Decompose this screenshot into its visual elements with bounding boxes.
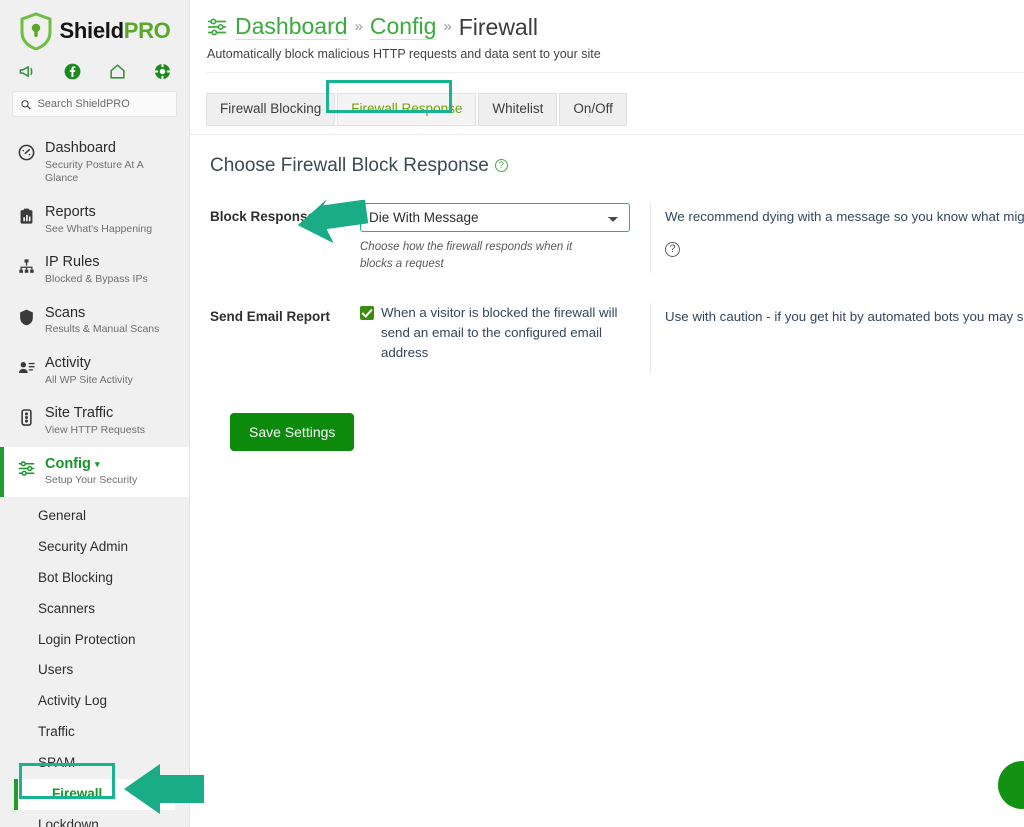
submenu-item-bot-blocking[interactable]: Bot Blocking (0, 563, 189, 594)
send-email-checkbox-line: When a visitor is blocked the firewall w… (360, 303, 640, 363)
breadcrumb-link-config[interactable]: Config (369, 13, 437, 41)
sidebar-item-config[interactable]: Config ▾ Setup Your Security (0, 446, 189, 497)
chevron-down-icon: ▾ (94, 458, 100, 469)
help-bubble-button[interactable] (998, 761, 1024, 809)
sidebar-item-sublabel: View HTTP Requests (45, 423, 145, 436)
sidebar-item-sublabel: See What's Happening (45, 222, 153, 235)
megaphone-icon[interactable] (18, 62, 37, 81)
submenu-item-activity-log[interactable]: Activity Log (0, 686, 189, 717)
note-footer: ? (665, 241, 1024, 258)
row-note-block-response: We recommend dying with a message so you… (650, 202, 1024, 273)
sidebar-search[interactable] (12, 91, 177, 117)
config-submenu: General Security Admin Bot Blocking Scan… (0, 496, 189, 827)
question-circle-icon[interactable]: ? (665, 241, 680, 257)
shield-icon (20, 309, 33, 325)
gauge-icon (18, 144, 35, 161)
brand-name-primary: Shield (59, 18, 125, 43)
sidebar-item-scans[interactable]: Scans Results & Manual Scans (0, 296, 189, 346)
traffic-light-icon (21, 409, 32, 427)
submenu-item-lockdown[interactable]: Lockdown (0, 810, 189, 827)
sidebar-item-site-traffic[interactable]: Site Traffic View HTTP Requests (0, 396, 189, 446)
row-label-text: Block Response (210, 208, 316, 224)
send-email-report-checkbox[interactable] (360, 305, 374, 320)
sidebar-item-sublabel: Blocked & Bypass IPs (45, 272, 148, 285)
sidebar-item-reports[interactable]: Reports See What's Happening (0, 195, 189, 245)
submenu-item-traffic[interactable]: Traffic (0, 717, 189, 748)
home-icon[interactable] (108, 62, 127, 81)
send-email-report-label: When a visitor is blocked the firewall w… (381, 304, 618, 360)
sidebar-item-dashboard[interactable]: Dashboard Security Posture At A Glance (0, 131, 189, 195)
sidebar-item-config-text: Config (45, 455, 91, 472)
tab-whitelist[interactable]: Whitelist (478, 93, 558, 126)
row-label-send-email-report: Send Email Report (210, 303, 360, 324)
row-note-send-email-report: Use with caution - if you get hit by aut… (650, 302, 1024, 373)
page-subtitle: Automatically block malicious HTTP reque… (207, 47, 601, 62)
submenu-item-scanners[interactable]: Scanners (0, 594, 189, 625)
shield-keyhole-logo-icon (20, 12, 51, 50)
breadcrumb: Dashboard » Config » Firewall (206, 13, 1024, 41)
breadcrumb-link-dashboard[interactable]: Dashboard (235, 13, 348, 41)
tab-firewall-blocking[interactable]: Firewall Blocking (206, 93, 336, 126)
tab-firewall-response[interactable]: Firewall Response (337, 93, 477, 126)
main-content: Dashboard » Config » Firewall Automatica… (190, 0, 1024, 827)
submenu-item-firewall[interactable]: Firewall (14, 779, 175, 811)
search-input[interactable] (37, 98, 169, 110)
header-divider (206, 72, 1024, 74)
sidebar-item-label: Activity (45, 354, 91, 371)
sidebar-item-ip-rules[interactable]: IP Rules Blocked & Bypass IPs (0, 245, 189, 295)
sliders-icon (207, 18, 227, 36)
search-icon (21, 99, 31, 109)
row-field-send-email-report: When a visitor is blocked the firewall w… (360, 303, 640, 363)
sidebar-item-sublabel: All WP Site Activity (45, 373, 133, 386)
settings-form: Choose Firewall Block Response ? Block R… (190, 135, 1024, 451)
sidebar-item-label: Dashboard (45, 140, 116, 156)
breadcrumb-separator: » (443, 17, 452, 35)
sidebar-item-activity[interactable]: Activity All WP Site Activity (0, 346, 189, 396)
sidebar-item-label: Reports (45, 203, 96, 220)
submenu-item-spam[interactable]: SPAM (0, 748, 189, 779)
note-footer (665, 341, 1024, 358)
sliders-icon (18, 460, 35, 476)
submenu-item-users[interactable]: Users (0, 655, 189, 686)
section-title: Choose Firewall Block Response ? (210, 155, 1024, 177)
question-circle-icon[interactable]: ? (494, 159, 508, 173)
sidebar-item-label: Site Traffic (45, 405, 114, 422)
brand-name-secondary: PRO (123, 18, 171, 43)
lifebuoy-help-icon[interactable] (153, 62, 172, 81)
social-links-row (0, 56, 189, 91)
save-settings-button[interactable]: Save Settings (230, 412, 355, 451)
block-response-hint: Choose how the firewall responds when it… (360, 240, 573, 270)
clipboard-chart-icon (20, 208, 33, 224)
question-circle-icon[interactable]: ? (320, 209, 334, 223)
form-row-send-email-report: Send Email Report When a visitor is bloc… (210, 302, 1024, 373)
tab-on-off[interactable]: On/Off (559, 93, 627, 126)
sidebar-item-label: Scans (45, 304, 86, 321)
brand-logo-area[interactable]: ShieldPRO (0, 0, 189, 56)
user-list-icon (18, 361, 35, 373)
row-field-block-response: Die With Message Die Redirect To Home Pa… (360, 202, 640, 272)
section-title-text: Choose Firewall Block Response (210, 154, 489, 176)
page-header: Dashboard » Config » Firewall Automatica… (190, 0, 1024, 83)
breadcrumb-current-firewall: Firewall (458, 13, 538, 40)
block-response-select[interactable]: Die With Message Die Redirect To Home Pa… (360, 202, 630, 232)
sidebar-item-sublabel: Results & Manual Scans (45, 323, 160, 336)
note-text: We recommend dying with a message so you… (665, 208, 1024, 224)
sitemap-icon (19, 259, 34, 274)
row-label-text: Send Email Report (210, 308, 331, 324)
submenu-item-general[interactable]: General (0, 501, 189, 532)
form-row-block-response: Block Response ? Die With Message Die Re… (210, 202, 1024, 273)
breadcrumb-separator: » (354, 17, 363, 35)
sidebar-item-sublabel: Security Posture At A Glance (45, 158, 144, 185)
sidebar-item-label: IP Rules (45, 254, 100, 271)
sidebar-item-sublabel: Setup Your Security (45, 474, 138, 487)
submenu-item-login-protection[interactable]: Login Protection (0, 625, 189, 656)
facebook-icon[interactable] (63, 62, 82, 81)
tab-bar: Firewall Blocking Firewall Response Whit… (190, 83, 1024, 126)
sidebar-item-label: Config ▾ (45, 456, 137, 473)
note-text: Use with caution - if you get hit by aut… (665, 308, 1024, 324)
sidebar: ShieldPRO Search ShieldPRO Dashboard Sec… (0, 0, 190, 827)
row-label-block-response: Block Response ? (210, 203, 360, 224)
submenu-item-security-admin[interactable]: Security Admin (0, 532, 189, 563)
